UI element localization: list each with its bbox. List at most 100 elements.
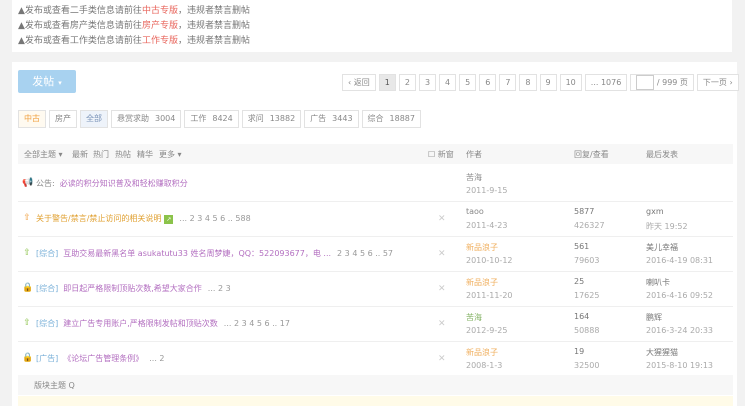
filter-hot[interactable]: 热门: [93, 149, 109, 160]
tab-label: 广告: [310, 114, 327, 123]
page-4[interactable]: 4: [439, 74, 457, 91]
row-last-poster[interactable]: 喇叭卡: [646, 277, 670, 288]
tab-housing[interactable]: 房产: [49, 110, 77, 128]
page-6[interactable]: 6: [479, 74, 497, 91]
row-category[interactable]: [综合]: [36, 284, 58, 293]
close-icon[interactable]: ✕: [438, 354, 446, 364]
row-category[interactable]: [综合]: [36, 319, 58, 328]
tab-label: 房产: [55, 114, 71, 123]
row-date: 2008-1-3: [466, 361, 503, 370]
page-2[interactable]: 2: [398, 74, 416, 91]
filter-digest[interactable]: 精华: [137, 149, 153, 160]
pagination-next[interactable]: 下一页 ›: [696, 74, 739, 91]
page-3[interactable]: 3: [418, 74, 437, 91]
page-8[interactable]: 8: [519, 74, 537, 91]
row-author[interactable]: 苦海: [466, 172, 482, 183]
row-last-date: 2016-4-19 08:31: [646, 256, 713, 265]
thread-link[interactable]: 必读的积分知识普及和轻松赚取积分: [60, 179, 188, 188]
notice-link-second-hand[interactable]: 中古专版: [142, 6, 178, 16]
page-9[interactable]: 9: [539, 74, 557, 91]
page-10[interactable]: 10: [559, 74, 582, 91]
chevron-down-icon: ▾: [58, 79, 62, 87]
tab-all[interactable]: 全部: [80, 110, 108, 128]
tab-jobs[interactable]: 工作 8424: [184, 110, 239, 128]
table-row[interactable]: ⇧ [综合] 建立广告专用账户,严格限制发帖和顶贴次数 ... 2 3 4 5 6 …: [18, 307, 733, 342]
tab-label: 悬赏求助: [117, 114, 149, 123]
row-date: 2012-9-25: [466, 326, 508, 335]
row-author[interactable]: 新品浪子: [466, 277, 498, 288]
tab-bounty[interactable]: 悬赏求助 3004: [111, 110, 182, 128]
tab-ads[interactable]: 广告 3443: [304, 110, 359, 128]
thread-link[interactable]: 《论坛广告管理条例》: [63, 354, 143, 363]
row-pages[interactable]: ... 2: [149, 354, 164, 363]
table-row[interactable]: ⇧ 关于警告/禁言/禁止访问的相关说明 ↗ ... 2 3 4 5 6 .. 588…: [18, 202, 733, 237]
close-icon[interactable]: ✕: [438, 284, 446, 294]
filter-latest[interactable]: 最新: [72, 149, 88, 160]
table-row[interactable]: 🔒 [综合] 即日起严格限制顶贴次数,希望大家合作 ... 2 3 ✕ 新品浪子 2…: [18, 272, 733, 307]
tab-general[interactable]: 综合 18887: [361, 110, 421, 128]
row-views: 426327: [574, 221, 605, 230]
row-title: [广告] 《论坛广告管理条例》 ... 2: [36, 353, 165, 364]
row-title: [综合] 互助交易最新黑名单 asukatutu33 姓名周梦婕，QQ：52209…: [36, 248, 393, 259]
notice-link-housing[interactable]: 房产专版: [142, 21, 178, 31]
thread-link[interactable]: 关于警告/禁言/禁止访问的相关说明: [36, 214, 161, 223]
row-author[interactable]: 苦海: [466, 312, 482, 323]
tab-questions[interactable]: 求问 13882: [241, 110, 302, 128]
pin-icon: ⇧: [23, 248, 31, 258]
row-category[interactable]: [广告]: [36, 354, 58, 363]
page-1[interactable]: 1: [378, 74, 396, 91]
row-last-poster[interactable]: 鹏辉: [646, 312, 662, 323]
row-author[interactable]: taoo: [466, 207, 484, 216]
close-icon[interactable]: ✕: [438, 249, 446, 259]
row-views: 32500: [574, 361, 600, 370]
thread-link[interactable]: 即日起严格限制顶贴次数,希望大家合作: [63, 284, 202, 293]
post-button[interactable]: 发帖 ▾: [18, 70, 76, 93]
page-last[interactable]: ... 1076: [584, 74, 628, 91]
notice-suffix: ，违规者禁言删帖: [177, 36, 250, 46]
tab-count: 3004: [155, 114, 176, 123]
row-replies: 19: [574, 347, 585, 356]
row-category: 公告:: [36, 179, 55, 188]
forum-topics-label[interactable]: 版块主题 Q: [34, 380, 75, 391]
page-5[interactable]: 5: [459, 74, 477, 91]
row-last-poster[interactable]: 美儿幸福: [646, 242, 678, 253]
pagination-prev[interactable]: ‹ 返回: [342, 74, 376, 91]
row-author[interactable]: 新品浪子: [466, 242, 498, 253]
row-author[interactable]: 新品浪子: [466, 347, 498, 358]
row-views: 50888: [574, 326, 600, 335]
row-title: [综合] 建立广告专用账户,严格限制发帖和顶贴次数 ... 2 3 4 5 6 ..…: [36, 318, 290, 329]
notice-link-jobs[interactable]: 工作专版: [142, 36, 178, 46]
table-row[interactable]: ⇧ [综合] 互助交易最新黑名单 asukatutu33 姓名周梦婕，QQ：522…: [18, 237, 733, 272]
page-jump-input[interactable]: [636, 75, 655, 90]
lock-icon: 🔒: [22, 353, 34, 363]
row-pages[interactable]: ... 2 3 4 5 6 .. 588: [179, 214, 250, 223]
notice-prefix: ▲发布或查看二手类信息请前往: [18, 6, 142, 16]
filter-hot-post[interactable]: 热帖: [115, 149, 131, 160]
tab-second-hand[interactable]: 中古: [18, 110, 46, 128]
notice-panel: ▲发布或查看二手类信息请前往中古专版，违规者禁言删帖 ▲发布或查看房产类信息请前…: [12, 0, 732, 52]
row-last-poster[interactable]: 大猩猩猫: [646, 347, 678, 358]
filter-all-topics[interactable]: 全部主题 ▾: [24, 149, 63, 160]
filter-more[interactable]: 更多 ▾: [159, 149, 182, 160]
row-replies: 25: [574, 277, 585, 286]
tab-label: 综合: [367, 114, 384, 123]
table-row[interactable]: 📢 公告: 必读的积分知识普及和轻松赚取积分 苦海 2011-9-15: [18, 167, 733, 202]
new-window-toggle[interactable]: ☐ 新窗: [428, 149, 454, 160]
tab-label: 中古: [24, 114, 40, 123]
close-icon[interactable]: ✕: [438, 319, 446, 329]
close-icon[interactable]: ✕: [438, 214, 446, 224]
tab-count: 18887: [389, 114, 415, 123]
thread-link[interactable]: 建立广告专用账户,严格限制发帖和顶贴次数: [63, 319, 218, 328]
row-pages[interactable]: ... 2 3 4 5 6 .. 17: [224, 319, 290, 328]
row-pages[interactable]: 2 3 4 5 6 .. 57: [337, 249, 393, 258]
page-7[interactable]: 7: [499, 74, 517, 91]
post-button-label: 发帖: [32, 75, 55, 88]
table-row[interactable]: 🔒 [广告] 《论坛广告管理条例》 ... 2 ✕ 新品浪子 2008-1-3 19…: [18, 342, 733, 377]
row-category[interactable]: [综合]: [36, 249, 58, 258]
row-replies: 164: [574, 312, 590, 321]
row-title: 公告: 必读的积分知识普及和轻松赚取积分: [36, 178, 188, 189]
thread-link[interactable]: 互助交易最新黑名单 asukatutu33 姓名周梦婕，QQ：522093677…: [63, 249, 331, 258]
row-last-poster[interactable]: gxm: [646, 207, 664, 216]
row-pages[interactable]: ... 2 3: [208, 284, 231, 293]
row-replies: 561: [574, 242, 590, 251]
